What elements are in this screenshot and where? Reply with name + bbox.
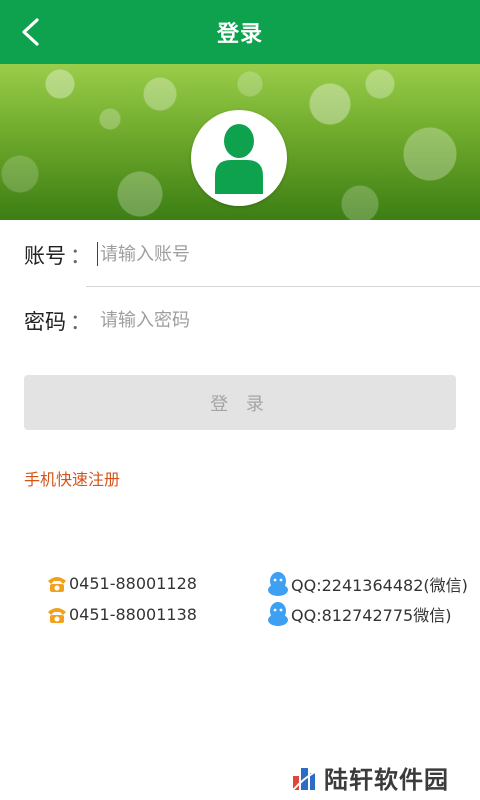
building-logo-icon bbox=[292, 767, 316, 791]
password-input[interactable] bbox=[100, 302, 460, 338]
account-label: 账号 bbox=[24, 244, 66, 268]
watermark-text: 陆轩软件园 bbox=[324, 766, 449, 794]
login-button[interactable]: 登 录 bbox=[24, 375, 456, 430]
chevron-left-icon bbox=[22, 18, 39, 46]
phone-contact-1[interactable]: 0451-88001128 bbox=[46, 572, 197, 594]
text-caret bbox=[97, 242, 98, 266]
phone-register-link[interactable]: 手机快速注册 bbox=[24, 466, 120, 490]
field-divider bbox=[86, 286, 480, 287]
watermark: 陆轩软件园 bbox=[290, 760, 449, 795]
qq-number: QQ:812742775微信) bbox=[291, 606, 452, 625]
top-bar: 登录 bbox=[0, 0, 480, 64]
back-button[interactable] bbox=[10, 12, 50, 52]
phone-contact-2[interactable]: 0451-88001138 bbox=[46, 603, 197, 625]
qq-icon bbox=[266, 601, 290, 627]
password-label: 密码 bbox=[24, 310, 66, 334]
qq-icon bbox=[266, 571, 290, 597]
qq-number: QQ:2241364482(微信) bbox=[291, 576, 468, 595]
phone-number: 0451-88001138 bbox=[69, 604, 197, 624]
phone-icon bbox=[46, 603, 68, 625]
user-icon bbox=[215, 124, 263, 194]
phone-icon bbox=[46, 572, 68, 594]
qq-contact-1[interactable]: QQ:2241364482(微信) bbox=[266, 571, 468, 597]
avatar bbox=[191, 110, 287, 206]
account-input[interactable] bbox=[100, 236, 460, 272]
phone-number: 0451-88001128 bbox=[69, 573, 197, 593]
account-colon: ： bbox=[70, 244, 91, 268]
page-title: 登录 bbox=[216, 22, 263, 47]
password-colon: ： bbox=[70, 310, 91, 334]
qq-contact-2[interactable]: QQ:812742775微信) bbox=[266, 601, 451, 627]
